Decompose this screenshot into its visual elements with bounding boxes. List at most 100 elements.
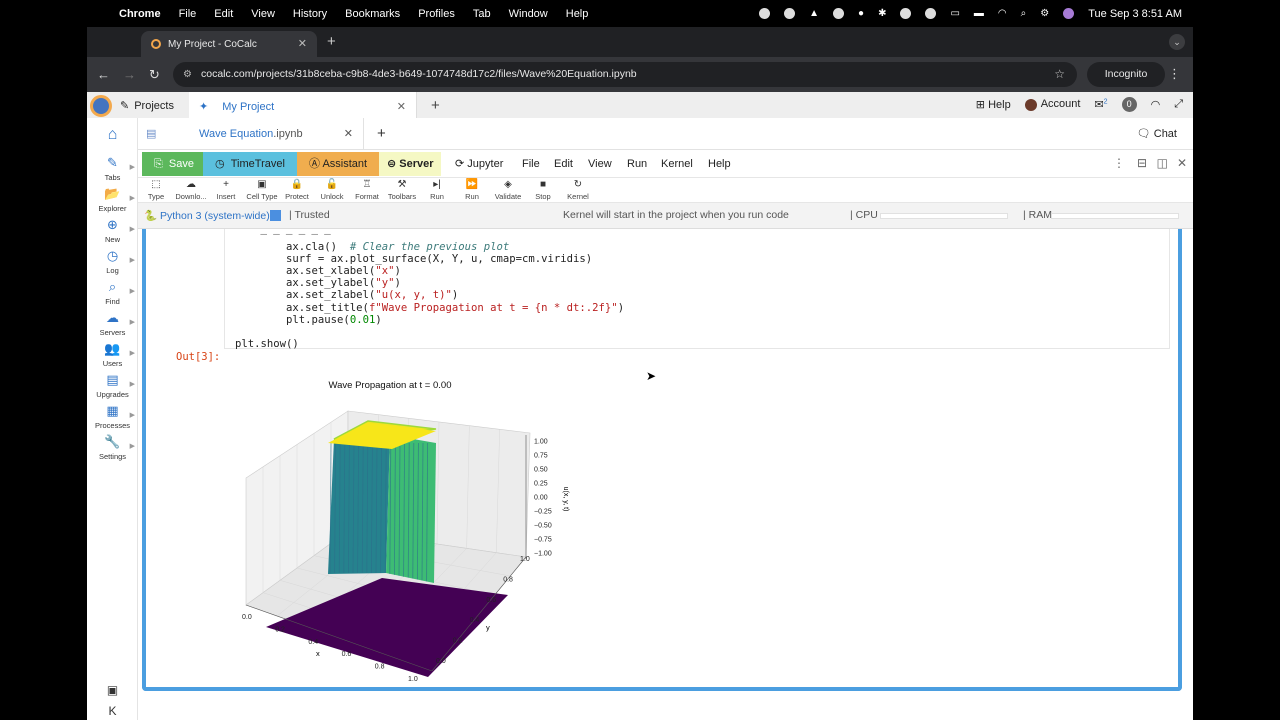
home-icon[interactable]: ⌂ [87,126,138,144]
forward-icon[interactable]: → [123,67,136,82]
fullscreen-icon[interactable]: ⤢ [1174,98,1183,111]
panel-icon[interactable]: ▣ [87,683,138,697]
menu-run[interactable]: Run [627,152,647,176]
close-file-icon[interactable]: ✕ [344,118,353,150]
sidebar-item-servers[interactable]: ☁ Servers ▶ [87,310,138,337]
toolbar-run-cell[interactable]: ▸| Run [419,178,455,201]
search-icon[interactable]: ⌕ [1021,8,1027,19]
toolbar-protect[interactable]: 🔒 Protect [279,178,315,201]
close-project-icon[interactable]: ✕ [397,100,406,113]
sidebar-item-find[interactable]: ⌕ Find ▶ [87,279,138,306]
toolbar-validate[interactable]: ◈ Validate [490,178,526,201]
projects-button[interactable]: ✎ Projects [120,99,174,113]
browser-tab[interactable]: My Project - CoCalc ✕ [141,31,317,57]
warning-icon[interactable]: ▲ [809,8,819,19]
record-icon[interactable] [759,8,771,19]
project-tab[interactable]: ✦ My Project ✕ [189,92,417,121]
chat-button[interactable]: 🗨 Chat [1137,127,1177,140]
toolbar-run-all[interactable]: ⏩ Run [454,178,490,201]
address-bar-row: ← → ↻ ⚙ cocalc.com/projects/31b8ceba-c9b… [87,57,1193,92]
x-tick-label: 1.0 [408,676,418,683]
tab-search-chevron-icon[interactable]: ⌄ [1169,34,1185,50]
battery-icon[interactable]: ▬ [974,8,984,19]
connection-badge[interactable]: 0 [1121,97,1137,112]
bookmark-star-icon[interactable]: ☆ [1054,62,1065,87]
kernel-name[interactable]: 🐍 Python 3 (system-wide) [144,209,270,222]
sidebar-item-explorer[interactable]: 📂 Explorer ▶ [87,186,138,213]
menu-file[interactable]: File [179,8,197,20]
keyboard-icon[interactable]: ▭ [950,8,959,19]
save-button[interactable]: ⎘ Save [142,152,203,176]
menu-view[interactable]: View [588,152,612,176]
sidebar-item-upgrades[interactable]: ▤ Upgrades ▶ [87,372,138,399]
menu-profiles[interactable]: Profiles [418,8,455,20]
menu-kernel[interactable]: Kernel [661,152,693,176]
trusted-status[interactable]: | Trusted [289,209,330,221]
sidebar-item-settings[interactable]: 🔧 Settings ▶ [87,434,138,461]
control-center-icon[interactable]: ⚙ [1040,8,1049,19]
reload-icon[interactable]: ↻ [149,67,160,83]
cocalc-logo[interactable] [90,95,112,117]
toolbar-type[interactable]: ⬚ Type [138,178,174,201]
collapse-icon[interactable]: K [87,704,138,718]
play-icon[interactable] [925,8,937,19]
menu-jupyter[interactable]: ⟳ Jupyter [455,152,503,176]
timetravel-button[interactable]: ◷ TimeTravel [203,152,297,176]
split-vertical-icon[interactable]: ◫ [1157,156,1168,170]
menu-file[interactable]: File [522,152,540,176]
url-field[interactable]: ⚙ cocalc.com/projects/31b8ceba-c9b8-4de3… [173,62,1077,87]
file-tab[interactable]: ▤ Wave Equation.ipynb ✕ [138,118,364,150]
bluetooth-icon[interactable]: ✱ [878,8,886,19]
toolbar-format[interactable]: ♖ Format [349,178,385,201]
account-button[interactable]: Account [1024,98,1080,111]
sidebar-item-processes[interactable]: ▦ Processes ▶ [87,403,138,430]
incognito-indicator[interactable]: Incognito [1087,62,1165,87]
toolbar-unlock[interactable]: 🔓 Unlock [314,178,350,201]
toolbar-download[interactable]: ☁ Downlo... [173,178,209,201]
toolbar-cell-type[interactable]: ▣ Cell Type [244,178,280,201]
browser-tab-title: My Project - CoCalc [168,38,257,50]
add-project-tab-button[interactable]: + [431,97,440,114]
split-horizontal-icon[interactable]: ⊟ [1137,156,1147,170]
sidebar-item-new[interactable]: ⊕ New ▶ [87,217,138,244]
notifications-icon[interactable]: ✉2 [1094,98,1107,111]
user-icon[interactable]: ● [858,8,864,19]
back-icon[interactable]: ← [97,67,110,82]
close-tab-icon[interactable]: ✕ [298,37,307,50]
menu-help[interactable]: Help [708,152,731,176]
toolbar-insert[interactable]: + Insert [208,178,244,201]
new-tab-button[interactable]: + [327,33,336,50]
wifi-icon[interactable]: ◠ [998,8,1007,19]
help-button[interactable]: ⊞ Help [976,98,1011,111]
server-button[interactable]: ⊜ Server [379,152,441,176]
app-menu[interactable]: Chrome [119,8,161,20]
datetime[interactable]: Tue Sep 3 8:51 AM [1088,8,1182,20]
menu-edit[interactable]: Edit [554,152,573,176]
toolbar-kernel[interactable]: ↻ Kernel [560,178,596,201]
grammarly-icon[interactable] [833,8,845,19]
sidebar-item-users[interactable]: 👥 Users ▶ [87,341,138,368]
menu-help[interactable]: Help [566,8,589,20]
menu-view[interactable]: View [251,8,275,20]
menu-edit[interactable]: Edit [214,8,233,20]
close-frame-icon[interactable]: ✕ [1177,156,1187,170]
sidebar-item-log[interactable]: ◷ Log ▶ [87,248,138,275]
more-icon[interactable]: ⋮ [1113,156,1125,170]
menu-tab[interactable]: Tab [473,8,491,20]
site-info-icon[interactable]: ⚙ [183,62,192,87]
clock-icon[interactable] [900,8,912,19]
app-status-icon[interactable] [784,8,796,19]
sidebar-label: Servers [99,328,126,337]
assistant-button[interactable]: Ⓐ Assistant [297,152,379,176]
menu-window[interactable]: Window [509,8,548,20]
menu-bookmarks[interactable]: Bookmarks [345,8,400,20]
menu-history[interactable]: History [293,8,327,20]
toolbar-stop[interactable]: ■ Stop [525,178,561,201]
code-cell-input[interactable]: ─ ─ ─ ─ ─ ─ ax.cla() # Clear the previou… [224,229,1170,350]
toolbar-toolbars[interactable]: ⚒ Toolbars [384,178,420,201]
wifi-status-icon[interactable]: ◠ [1151,98,1161,111]
siri-icon[interactable] [1063,8,1075,19]
add-file-tab-button[interactable]: + [377,125,386,142]
browser-menu-icon[interactable]: ⋮ [1168,66,1181,82]
sidebar-item-tabs[interactable]: ✎ Tabs ▶ [87,155,138,182]
